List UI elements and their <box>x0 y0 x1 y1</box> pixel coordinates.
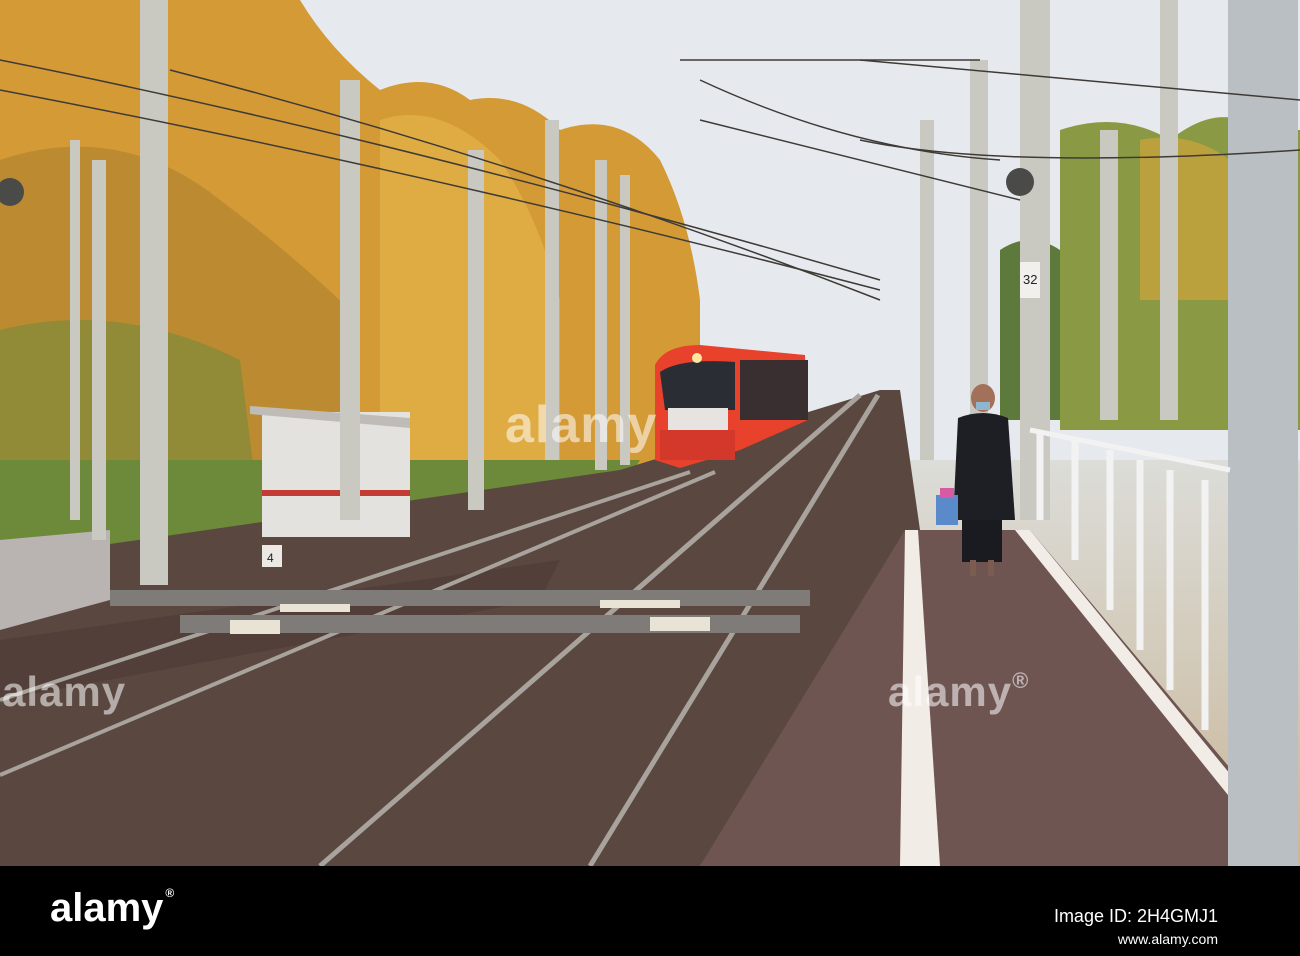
alamy-logo-text: alamy <box>50 886 164 930</box>
image-id-block: Image ID: 2H4GMJ1 www.alamy.com <box>1054 906 1218 947</box>
watermark-reg-mark: ® <box>1012 668 1030 693</box>
watermark-left-text: alamy <box>2 668 127 715</box>
shopping-bag <box>936 495 958 525</box>
photo: 4 32 alamy alamy alamy® <box>0 0 1300 866</box>
alamy-logo[interactable]: alamy ® <box>50 886 174 931</box>
pole-number-text: 32 <box>1023 272 1037 287</box>
watermark-right-text: alamy <box>888 668 1013 715</box>
site-url[interactable]: www.alamy.com <box>1054 931 1218 947</box>
trackside-hut <box>250 406 410 537</box>
watermark-left: alamy <box>2 668 126 716</box>
logo-reg-mark: ® <box>165 886 175 900</box>
train-headlight <box>692 353 702 363</box>
watermark-center-text: alamy <box>505 396 658 454</box>
image-id-text: Image ID: 2H4GMJ1 <box>1053 906 1218 926</box>
distance-sign-text: 4 <box>267 551 274 565</box>
signal-right <box>1006 168 1034 196</box>
watermark-center: alamy <box>505 395 657 455</box>
watermark-right: alamy® <box>888 668 1029 716</box>
footer-bar: alamy ® Image ID: 2H4GMJ1 www.alamy.com <box>0 866 1300 956</box>
